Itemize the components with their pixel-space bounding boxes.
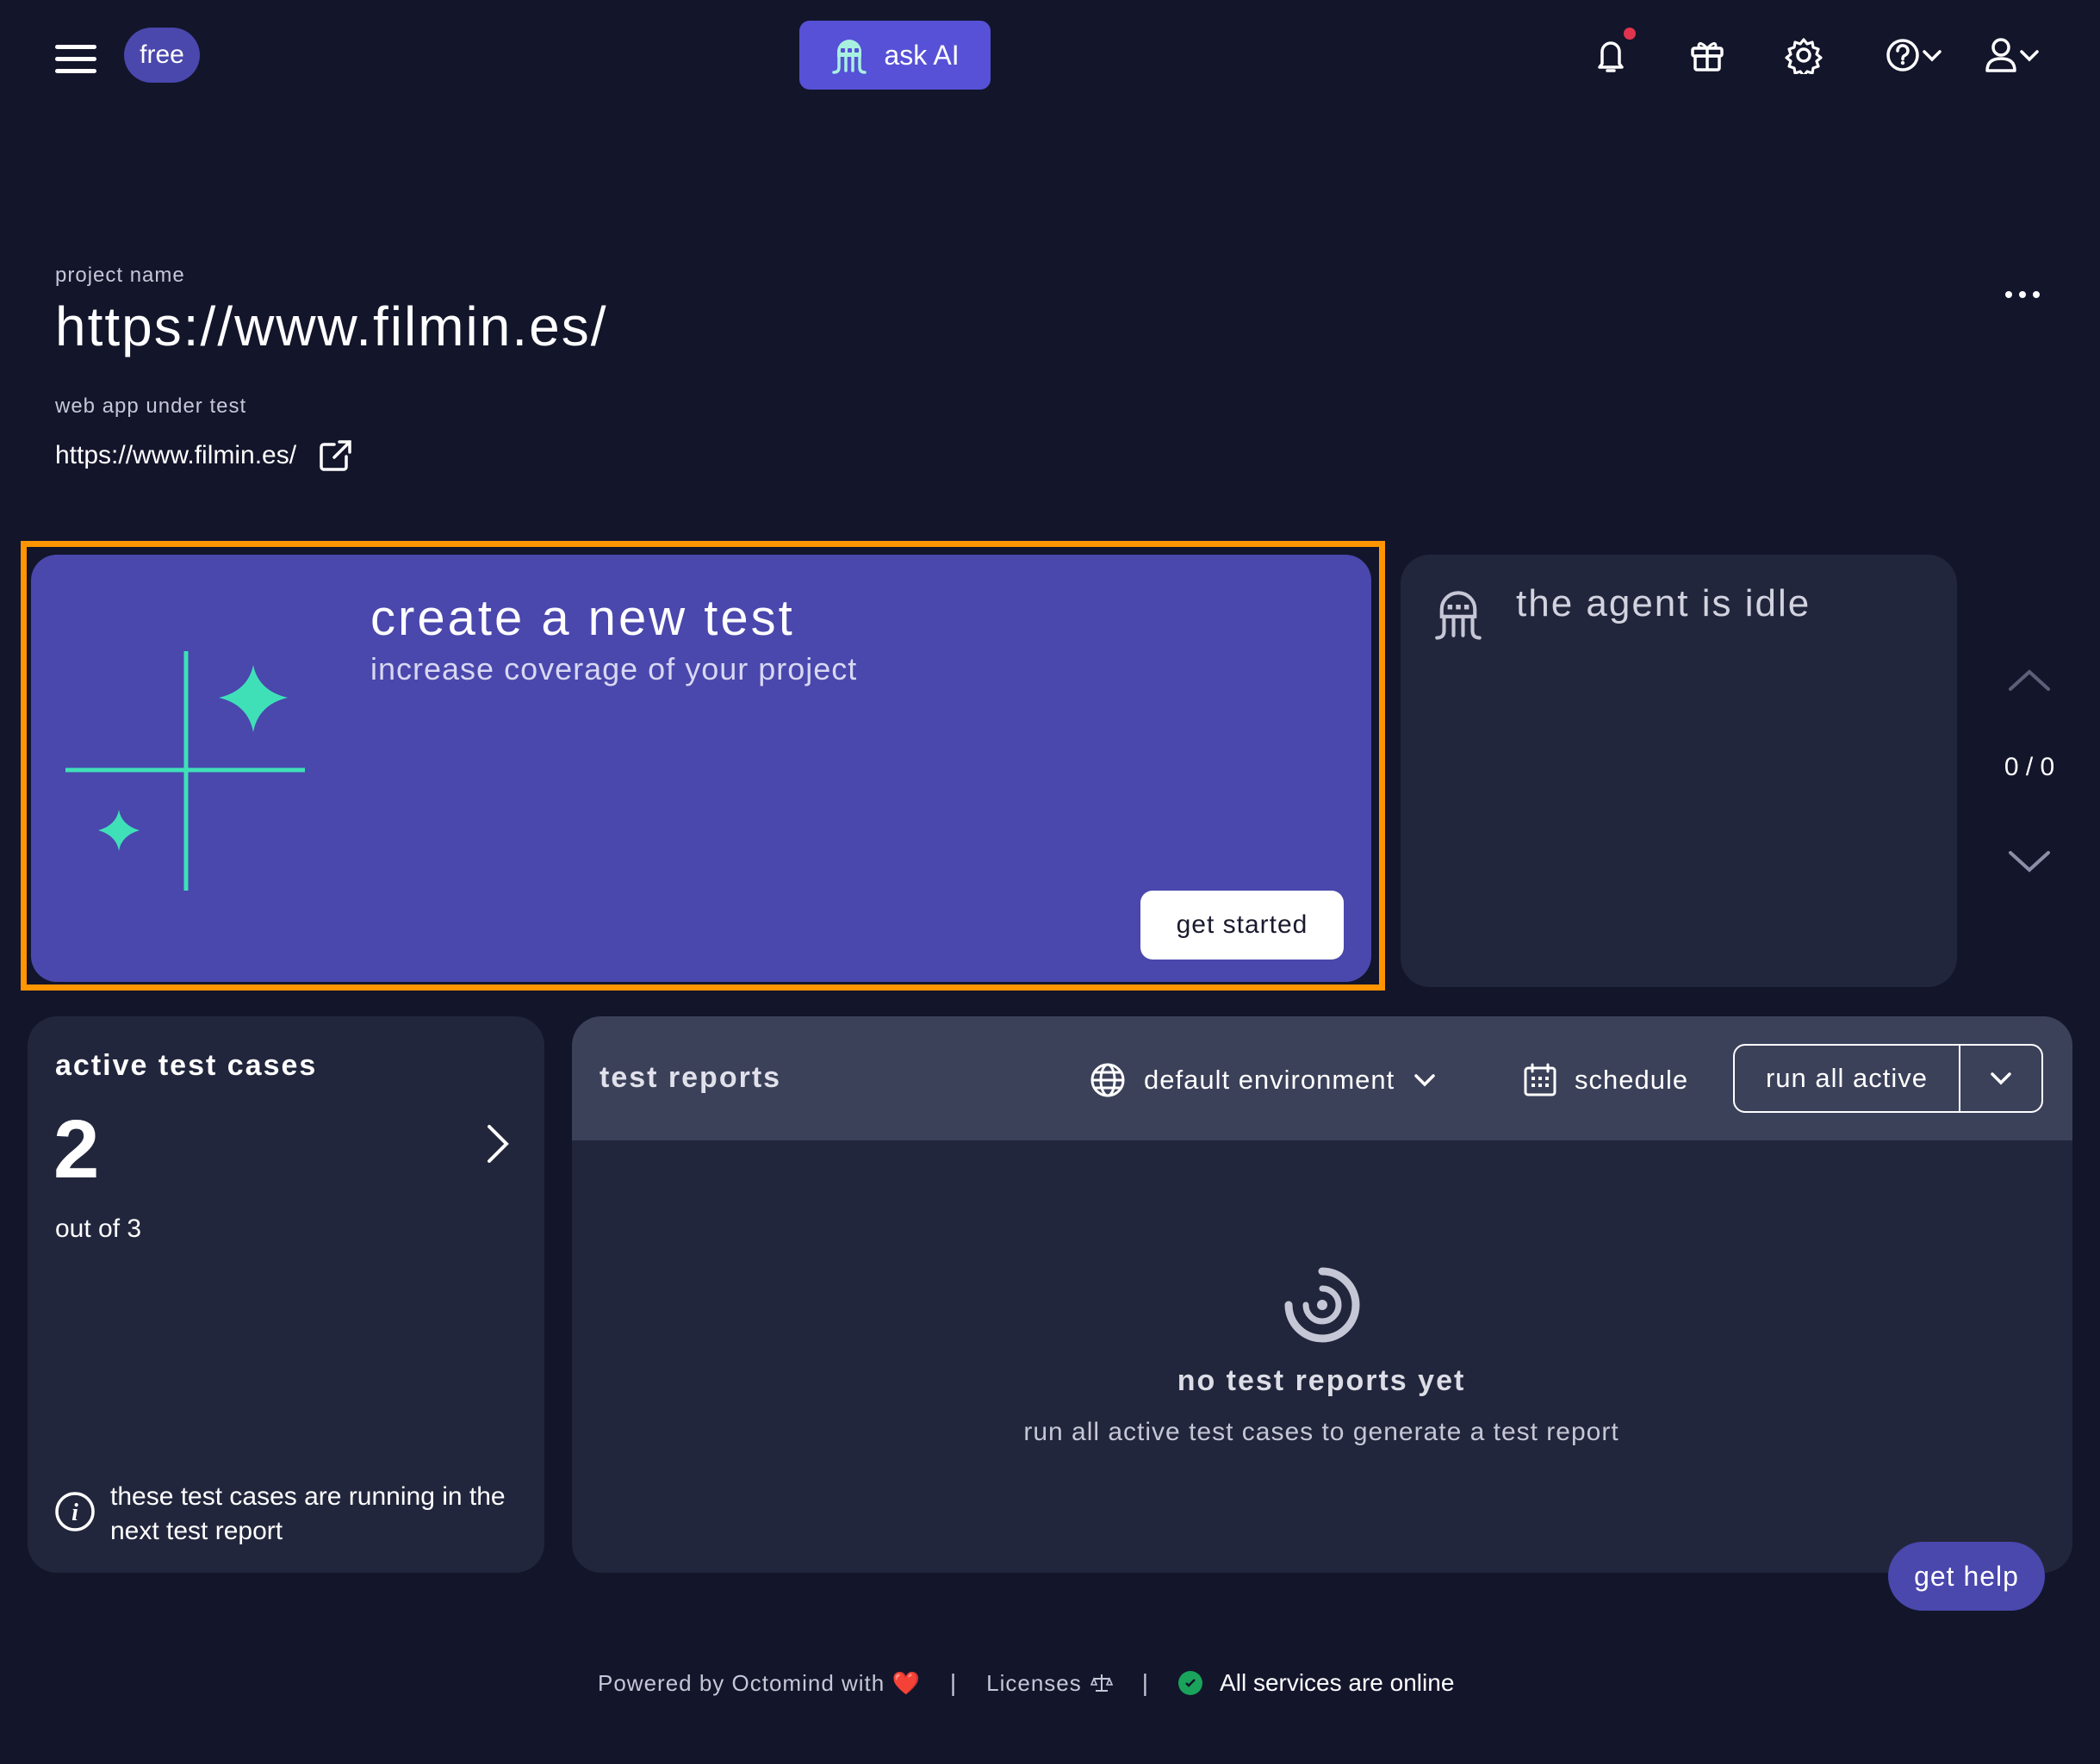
spinner-empty-icon: [1284, 1267, 1360, 1343]
menu-button[interactable]: [48, 34, 103, 76]
bell-icon: [1598, 41, 1624, 72]
active-test-cases-total: out of 3: [55, 1214, 142, 1243]
notification-dot: [1624, 28, 1636, 40]
empty-reports-title: no test reports yet: [1177, 1364, 1466, 1397]
help-menu-button[interactable]: [1878, 31, 1950, 79]
webapp-label: web app under test: [55, 394, 247, 418]
licenses-link[interactable]: Licenses: [986, 1670, 1113, 1697]
chevron-right-icon[interactable]: [475, 1120, 519, 1168]
gear-icon: [1785, 38, 1823, 74]
run-options-dropdown[interactable]: [1960, 1046, 2041, 1111]
ask-ai-label: ask AI: [884, 39, 960, 71]
gift-icon: [1691, 42, 1724, 71]
more-options-button[interactable]: [1998, 277, 2047, 312]
chevron-down-icon: [1414, 1074, 1436, 1087]
footer: Powered by Octomind with ❤️ | Licenses |…: [598, 1666, 1454, 1700]
schedule-button[interactable]: schedule: [1523, 1056, 1688, 1104]
calendar-icon: [1524, 1063, 1556, 1096]
service-status[interactable]: All services are online: [1178, 1669, 1454, 1697]
powered-by-label: Powered by Octomind with: [598, 1669, 885, 1696]
active-test-cases-note: these test cases are running in the next…: [110, 1482, 506, 1545]
run-all-button-group: run all active: [1733, 1044, 2043, 1113]
check-circle-icon: [1178, 1671, 1203, 1695]
schedule-label: schedule: [1575, 1065, 1689, 1095]
user-icon: [1985, 38, 2016, 72]
environment-label: default environment: [1144, 1065, 1395, 1095]
scale-icon: [1090, 1674, 1113, 1692]
chevron-down-icon: [2020, 50, 2039, 62]
footer-separator: |: [1141, 1669, 1150, 1696]
agent-status-text: the agent is idle: [1516, 582, 1811, 624]
licenses-label: Licenses: [986, 1669, 1082, 1696]
sparkle-illustration-icon: [65, 651, 305, 891]
get-started-button[interactable]: get started: [1140, 891, 1344, 960]
service-status-text: All services are online: [1220, 1669, 1455, 1696]
heart-icon: ❤️: [892, 1669, 921, 1696]
agent-counter: 0 / 0: [2004, 753, 2055, 781]
octopus-icon: [1435, 591, 1482, 640]
globe-icon: [1090, 1063, 1125, 1097]
gift-button[interactable]: [1683, 31, 1731, 79]
user-menu-button[interactable]: [1976, 31, 2048, 79]
info-icon: i: [55, 1492, 95, 1531]
octopus-icon: [832, 40, 867, 74]
environment-select[interactable]: default environment: [1089, 1056, 1438, 1104]
plan-badge[interactable]: free: [124, 28, 200, 83]
chevron-down-icon: [1991, 1072, 2011, 1085]
footer-separator: |: [949, 1669, 958, 1696]
get-help-button[interactable]: get help: [1888, 1542, 2045, 1611]
webapp-url-link[interactable]: https://www.filmin.es/: [55, 438, 353, 474]
settings-button[interactable]: [1780, 31, 1828, 79]
run-all-active-button[interactable]: run all active: [1735, 1046, 1960, 1111]
test-reports-title: test reports: [600, 1061, 782, 1094]
project-title: https://www.filmin.es/: [55, 295, 608, 357]
chevron-down-icon[interactable]: [2004, 844, 2055, 879]
menu-icon: [48, 34, 103, 73]
help-icon: [1886, 39, 1919, 71]
active-test-cases-title: active test cases: [55, 1049, 318, 1082]
create-test-title: create a new test: [370, 590, 795, 646]
svg-text:i: i: [71, 1500, 78, 1526]
webapp-url: https://www.filmin.es/: [55, 441, 297, 469]
chevron-down-icon: [1923, 50, 1942, 62]
chevron-up-icon[interactable]: [2004, 663, 2055, 698]
ask-ai-button[interactable]: ask AI: [799, 21, 991, 90]
active-test-cases-count: 2: [53, 1103, 100, 1196]
project-name-label: project name: [55, 264, 185, 287]
external-link-icon: [320, 440, 351, 471]
create-test-subtitle: increase coverage of your project: [370, 651, 858, 686]
empty-reports-subtitle: run all active test cases to generate a …: [1023, 1418, 1619, 1446]
powered-by-text: Powered by Octomind with ❤️: [598, 1670, 921, 1697]
